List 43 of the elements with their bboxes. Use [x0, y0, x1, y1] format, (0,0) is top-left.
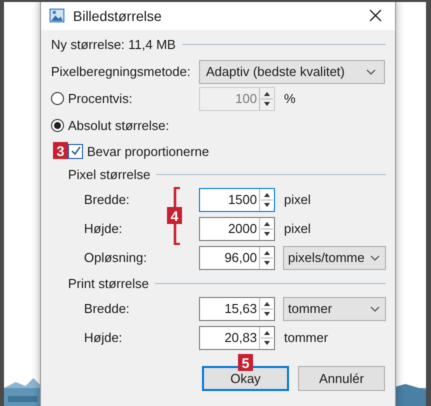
field-label: Bredde:	[84, 192, 131, 207]
new-size-label: Ny størrelse: 11,4 MB	[51, 36, 176, 52]
spinner-icon	[259, 326, 274, 348]
annotation-badge: 3	[53, 142, 68, 159]
field-label: Højde:	[84, 221, 124, 236]
radio-label: Absolut størrelse:	[68, 118, 170, 133]
chevron-icon	[366, 68, 376, 74]
number-field[interactable]: 2000	[199, 216, 275, 240]
number-field[interactable]: 15,63	[199, 296, 275, 320]
annotation-badge: 4	[167, 207, 182, 224]
chevron-icon	[370, 254, 380, 260]
number-field[interactable]: 20,83	[199, 326, 275, 350]
close-icon	[368, 9, 382, 22]
spinner-icon	[259, 246, 274, 268]
field-label: Bredde:	[84, 301, 131, 316]
chevron-icon	[370, 306, 380, 312]
group-title: Pixel størrelse	[68, 166, 150, 182]
spinner-icon	[259, 188, 274, 210]
unit-dropdown[interactable]: tommer	[283, 296, 386, 320]
spinner-icon	[259, 298, 274, 320]
number-field[interactable]: 96,00	[199, 246, 275, 270]
unit-label: pixel	[284, 192, 311, 207]
number-field[interactable]: 1500	[199, 188, 275, 212]
percent-unit: %	[284, 91, 296, 106]
radio-button[interactable]	[51, 119, 64, 132]
window-title: Billedstørrelse	[73, 8, 162, 24]
checkbox[interactable]	[68, 144, 83, 158]
radio-button[interactable]	[51, 92, 64, 105]
field-label: Højde:	[84, 330, 124, 345]
unit-dropdown[interactable]: pixels/tomme	[283, 246, 386, 270]
dialog-button[interactable]: Annulér	[298, 366, 385, 391]
resample-label: Pixelberegningsmetode:	[51, 64, 192, 79]
unit-label: tommer	[284, 330, 328, 345]
field-label: Opløsning:	[84, 250, 148, 265]
group-title: Print størrelse	[68, 276, 149, 290]
image-icon	[49, 7, 66, 24]
checkbox-label: Bevar proportionerne	[87, 144, 210, 158]
resample-dropdown[interactable]: Adaptiv (bedste kvalitet)	[199, 60, 385, 84]
unit-label: pixel	[284, 221, 311, 236]
annotation-badge: 5	[238, 354, 253, 371]
spinner-icon	[259, 218, 274, 240]
radio-label: Procentvis:	[68, 91, 132, 106]
spinner-icon	[259, 88, 274, 110]
